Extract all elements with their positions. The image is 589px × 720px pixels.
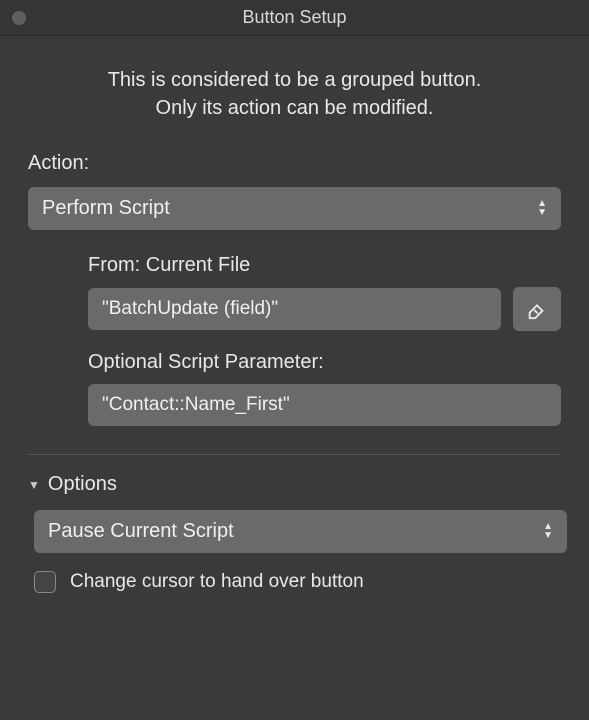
options-dropdown[interactable]: Pause Current Script ▲▼ [34,510,567,553]
divider [28,454,561,455]
dropdown-arrows-icon: ▲▼ [537,200,547,217]
cursor-checkbox-label: Change cursor to hand over button [70,571,364,593]
script-name-field[interactable]: "BatchUpdate (field)" [88,288,501,330]
content-area: This is considered to be a grouped butto… [0,36,589,613]
parameter-label: Optional Script Parameter: [88,351,561,374]
titlebar: Button Setup [0,0,589,36]
dropdown-arrows-icon: ▲▼ [543,523,553,540]
intro-line-2: Only its action can be modified. [28,94,561,122]
options-dropdown-value: Pause Current Script [48,520,234,543]
options-header-label: Options [48,473,117,496]
action-dropdown[interactable]: Perform Script ▲▼ [28,187,561,230]
eraser-icon [526,298,548,320]
script-row: "BatchUpdate (field)" [88,287,561,331]
intro-line-1: This is considered to be a grouped butto… [28,66,561,94]
options-header[interactable]: ▼ Options [28,473,561,496]
close-button[interactable] [12,11,26,25]
parameter-field[interactable]: "Contact::Name_First" [88,384,561,426]
from-label: From: Current File [88,254,561,277]
disclosure-triangle-icon: ▼ [28,478,40,492]
intro-text: This is considered to be a grouped butto… [28,66,561,122]
cursor-checkbox-row: Change cursor to hand over button [34,571,561,593]
action-label: Action: [28,152,561,175]
cursor-checkbox[interactable] [34,571,56,593]
window-title: Button Setup [0,7,589,28]
action-dropdown-value: Perform Script [42,197,170,220]
action-details: From: Current File "BatchUpdate (field)"… [88,254,561,426]
clear-script-button[interactable] [513,287,561,331]
